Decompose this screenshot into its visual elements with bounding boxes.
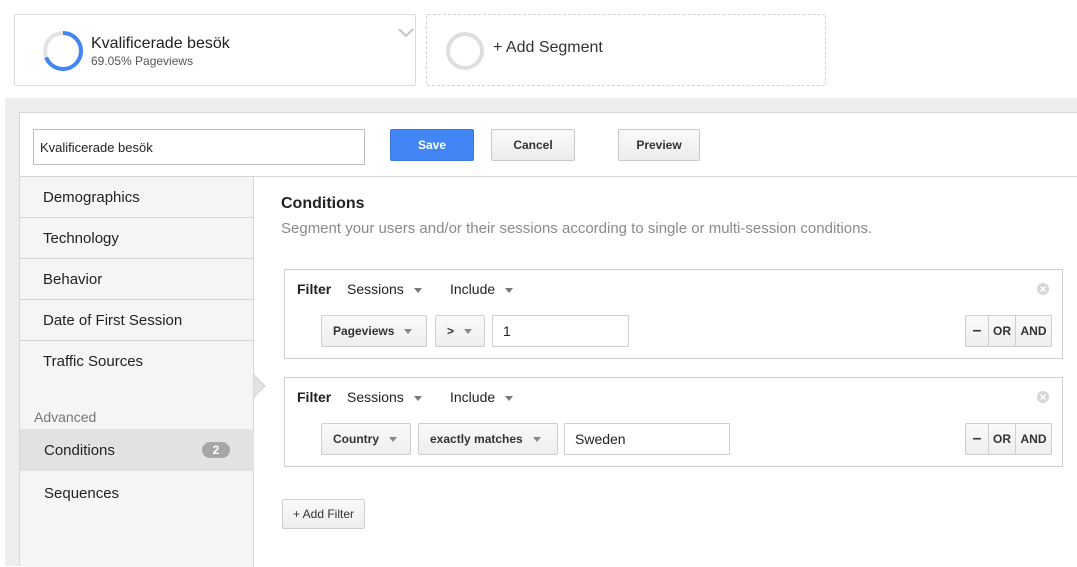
caret-down-icon bbox=[389, 436, 397, 442]
segment-title: Kvalificerade besök bbox=[91, 35, 230, 52]
operator-value: > bbox=[447, 324, 455, 338]
sidebar-item-behavior[interactable]: Behavior bbox=[20, 259, 253, 300]
dimension-dropdown[interactable]: Pageviews bbox=[321, 315, 427, 347]
conditions-title: Conditions bbox=[281, 195, 365, 212]
selection-pointer-icon bbox=[253, 374, 266, 398]
filter-scope-dropdown[interactable]: Sessions bbox=[347, 281, 422, 297]
sidebar-item-label: Traffic Sources bbox=[43, 353, 144, 370]
segment-subtitle: 69.05% Pageviews bbox=[91, 54, 194, 68]
conditions-count-badge: 2 bbox=[202, 442, 230, 458]
dimension-dropdown[interactable]: Country bbox=[321, 423, 411, 455]
sidebar-item-technology[interactable]: Technology bbox=[20, 218, 253, 259]
filter-condition: Filter Sessions Include Pageviews > – OR… bbox=[284, 269, 1063, 359]
filter-scope-value: Sessions bbox=[347, 281, 404, 297]
conditions-description: Segment your users and/or their sessions… bbox=[281, 220, 873, 237]
empty-segment-ring-icon bbox=[446, 32, 484, 70]
filter-scope-dropdown[interactable]: Sessions bbox=[347, 389, 422, 405]
caret-down-icon bbox=[532, 436, 541, 442]
cancel-button[interactable]: Cancel bbox=[491, 129, 575, 161]
sidebar-item-label: Demographics bbox=[43, 189, 140, 206]
and-button[interactable]: AND bbox=[1016, 424, 1051, 454]
filter-value-input[interactable] bbox=[492, 315, 629, 347]
filter-value-input[interactable] bbox=[564, 423, 730, 455]
filter-mode-dropdown[interactable]: Include bbox=[450, 389, 514, 405]
remove-condition-button[interactable]: – bbox=[966, 424, 989, 454]
dimension-value: Pageviews bbox=[333, 324, 395, 338]
operator-dropdown[interactable]: exactly matches bbox=[418, 423, 558, 455]
sidebar-advanced-heading: Advanced bbox=[34, 409, 97, 425]
sidebar-item-label: Technology bbox=[43, 230, 119, 247]
caret-down-icon bbox=[505, 395, 514, 401]
or-button[interactable]: OR bbox=[989, 424, 1016, 454]
sidebar-item-label: Date of First Session bbox=[43, 312, 183, 329]
chevron-down-icon[interactable] bbox=[397, 27, 415, 39]
add-filter-button[interactable]: + Add Filter bbox=[282, 499, 365, 529]
caret-down-icon bbox=[404, 328, 413, 334]
filter-label: Filter bbox=[297, 281, 332, 297]
sidebar-item-sequences[interactable]: Sequences bbox=[44, 485, 119, 502]
filter-mode-value: Include bbox=[450, 389, 496, 405]
dimension-value: Country bbox=[333, 432, 379, 446]
segment-sidebar: Demographics Technology Behavior Date of… bbox=[20, 177, 254, 567]
operator-value: exactly matches bbox=[430, 432, 523, 446]
sidebar-item-label: Conditions bbox=[44, 442, 115, 459]
sidebar-item-date-of-first-session[interactable]: Date of First Session bbox=[20, 300, 253, 341]
caret-down-icon bbox=[464, 328, 473, 334]
filter-mode-value: Include bbox=[450, 281, 496, 297]
or-button[interactable]: OR bbox=[989, 316, 1016, 346]
segment-editor: Save Cancel Preview Demographics Technol… bbox=[19, 112, 1077, 567]
preview-button[interactable]: Preview bbox=[618, 129, 700, 161]
sidebar-item-demographics[interactable]: Demographics bbox=[20, 177, 253, 218]
sidebar-item-traffic-sources[interactable]: Traffic Sources bbox=[20, 341, 253, 382]
save-button[interactable]: Save bbox=[390, 129, 474, 161]
remove-filter-icon[interactable] bbox=[1036, 390, 1050, 404]
segment-progress-ring bbox=[43, 31, 83, 71]
operator-dropdown[interactable]: > bbox=[435, 315, 485, 347]
condition-logic-group: – OR AND bbox=[965, 423, 1052, 455]
sidebar-item-conditions[interactable]: Conditions 2 bbox=[20, 429, 254, 471]
caret-down-icon bbox=[413, 395, 422, 401]
filter-label: Filter bbox=[297, 389, 332, 405]
and-button[interactable]: AND bbox=[1016, 316, 1051, 346]
caret-down-icon bbox=[505, 287, 514, 293]
add-segment-card[interactable]: + Add Segment bbox=[426, 14, 826, 86]
remove-condition-button[interactable]: – bbox=[966, 316, 989, 346]
add-segment-label: + Add Segment bbox=[493, 39, 603, 56]
caret-down-icon bbox=[413, 287, 422, 293]
remove-filter-icon[interactable] bbox=[1036, 282, 1050, 296]
sidebar-item-label: Behavior bbox=[43, 271, 103, 288]
filter-mode-dropdown[interactable]: Include bbox=[450, 281, 514, 297]
condition-logic-group: – OR AND bbox=[965, 315, 1052, 347]
filter-condition: Filter Sessions Include Country exactly … bbox=[284, 377, 1063, 467]
active-segment-card[interactable]: Kvalificerade besök 69.05% Pageviews bbox=[14, 14, 416, 86]
segment-name-input[interactable] bbox=[33, 129, 365, 165]
filter-scope-value: Sessions bbox=[347, 389, 404, 405]
